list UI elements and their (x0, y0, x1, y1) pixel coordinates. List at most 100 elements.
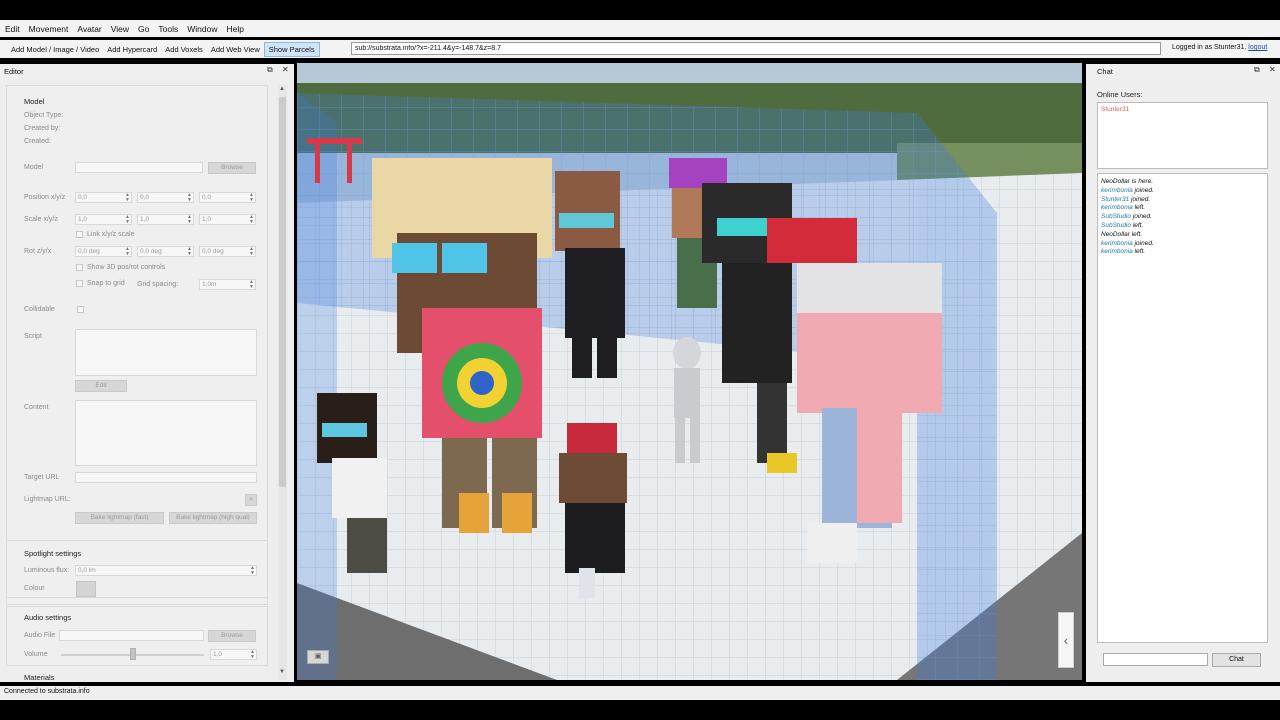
content-label: Content (24, 404, 49, 411)
letterbox-top (0, 0, 1280, 20)
colour-swatch[interactable] (76, 581, 96, 597)
spin-icon[interactable]: ▲ ▼ (250, 650, 255, 660)
menu-avatar[interactable]: Avatar (76, 24, 109, 34)
menu-help[interactable]: Help (225, 24, 251, 34)
clear-icon[interactable]: × (245, 494, 257, 506)
grid-spacing-field[interactable]: 1,0m ▲ ▼ (199, 279, 256, 290)
add-hypercard-button[interactable]: Add Hypercard (103, 43, 161, 56)
lightmap-url-label: Lightmap URL: (24, 496, 71, 503)
chat-user: SubStudio (1101, 221, 1131, 229)
chat-log: NeoDollar is here. kerimbonia joined. St… (1097, 173, 1268, 643)
model-group-title: Model (24, 97, 45, 106)
link-scale-checkbox[interactable] (76, 231, 83, 238)
menu-go[interactable]: Go (137, 24, 157, 34)
menu-edit[interactable]: Edit (4, 24, 28, 34)
snap-checkbox[interactable] (76, 280, 83, 287)
float-icon[interactable]: ⧉ (267, 65, 273, 75)
3d-viewport[interactable] (297, 63, 1082, 680)
rot-y-field[interactable]: 0,0 deg ▲ ▼ (137, 246, 194, 257)
spin-icon[interactable]: ▲ ▼ (187, 215, 192, 225)
spin-icon[interactable]: ▲ ▼ (249, 215, 254, 225)
collidable-label: Collidable (24, 306, 55, 313)
chat-text: joined. (1132, 213, 1152, 221)
menu-tools[interactable]: Tools (157, 24, 186, 34)
close-icon[interactable]: ✕ (1269, 65, 1276, 74)
logout-link[interactable]: logout (1248, 44, 1267, 51)
model-group: Model Object Type: Created by: Created: … (6, 85, 268, 605)
spin-icon[interactable]: ▲ ▼ (187, 193, 192, 203)
scale-x-field[interactable]: 1,0 ▲ ▼ (75, 214, 132, 225)
rot-z-field[interactable]: 0,0 deg ▲ ▼ (75, 246, 132, 257)
add-voxels-button[interactable]: Add Voxels (161, 43, 207, 56)
flux-field[interactable]: 0,0 lm ▲ ▼ (75, 565, 257, 576)
script-textarea[interactable] (75, 329, 257, 376)
audio-browse-button[interactable]: Browse (208, 630, 256, 642)
status-bar: Connected to substrata.info (0, 686, 1280, 700)
volume-label: Volume (24, 651, 48, 658)
online-users-label: Online Users: (1097, 90, 1143, 99)
model-path-field[interactable] (75, 162, 203, 173)
editor-scrollbar[interactable]: ▲ ▼ (278, 85, 287, 680)
scroll-down-icon[interactable]: ▼ (279, 669, 285, 675)
object-type-label: Object Type: (24, 112, 64, 119)
materials-title: Materials (24, 673, 55, 682)
editor-header: Editor ⧉ ✕ (0, 64, 294, 78)
spin-icon[interactable]: ▲ ▼ (249, 193, 254, 203)
position-y-field[interactable]: 0,0 ▲ ▼ (137, 192, 194, 203)
add-web-view-button[interactable]: Add Web View (207, 43, 264, 56)
model-browse-button[interactable]: Browse (208, 162, 256, 174)
target-url-label: Target URL (24, 474, 60, 481)
add-model-button[interactable]: Add Model / Image / Video (7, 43, 103, 56)
spin-icon[interactable]: ▲ ▼ (125, 193, 130, 203)
url-input[interactable] (351, 42, 1161, 55)
float-icon[interactable]: ⧉ (1254, 65, 1260, 75)
position-x-field[interactable]: 0,0 ▲ ▼ (75, 192, 132, 203)
scene-render (297, 63, 1082, 680)
bake-high-button[interactable]: Bake lightmap (high qual) (169, 512, 257, 524)
audio-file-field[interactable] (59, 630, 204, 641)
chat-text: joined. (1134, 239, 1154, 247)
bake-fast-button[interactable]: Bake lightmap (fast) (75, 512, 164, 524)
chat-send-button[interactable]: Chat (1212, 653, 1261, 667)
spin-icon[interactable]: ▲ ▼ (250, 566, 255, 576)
menu-window[interactable]: Window (186, 24, 225, 34)
menu-bar: Edit Movement Avatar View Go Tools Windo… (0, 20, 1280, 37)
audio-title: Audio settings (24, 613, 72, 622)
avatar-red-cap (767, 218, 857, 263)
menu-view[interactable]: View (110, 24, 137, 34)
volume-field[interactable]: 1,0 ▲ ▼ (210, 649, 257, 660)
rot-label: Rot z/y/x (24, 248, 52, 255)
close-icon[interactable]: ✕ (282, 65, 289, 74)
volume-slider-handle[interactable] (130, 648, 136, 660)
position-z-field[interactable]: 0,0 ▲ ▼ (199, 192, 256, 203)
grid-spacing-label: Grid spacing: (137, 281, 179, 288)
spin-icon[interactable]: ▲ ▼ (125, 247, 130, 257)
scale-z-field[interactable]: 1,0 ▲ ▼ (199, 214, 256, 225)
collapse-arrow-icon[interactable]: ‹ (1058, 612, 1074, 668)
model-label: Model (24, 164, 44, 171)
chat-message: NeoDollar left. (1101, 231, 1264, 240)
viewport-menu-icon[interactable]: ▣ (307, 650, 329, 664)
spin-icon[interactable]: ▲ ▼ (249, 247, 254, 257)
spin-icon[interactable]: ▲ ▼ (187, 247, 192, 257)
target-url-field[interactable] (75, 472, 257, 483)
toolbar: Add Model / Image / Video Add Hypercard … (0, 40, 1280, 58)
scrollbar-thumb[interactable] (279, 97, 286, 487)
content-textarea[interactable] (75, 400, 257, 466)
spin-icon[interactable]: ▲ ▼ (125, 215, 130, 225)
online-user[interactable]: Stunter31 (1101, 106, 1264, 113)
show-3d-checkbox[interactable] (76, 264, 83, 271)
menu-movement[interactable]: Movement (28, 24, 77, 34)
show-parcels-button[interactable]: Show Parcels (263, 41, 320, 57)
scroll-up-icon[interactable]: ▲ (279, 86, 285, 92)
spin-icon[interactable]: ▲ ▼ (249, 280, 254, 290)
chat-message: Stunter31 joined. (1101, 196, 1264, 205)
scale-y-value: 1,0 (140, 216, 150, 223)
scale-y-field[interactable]: 1,0 ▲ ▼ (137, 214, 194, 225)
chat-input[interactable] (1103, 653, 1208, 666)
collidable-checkbox[interactable] (77, 306, 84, 313)
audio-group: Audio settings Audio File Browse Volume … (6, 606, 268, 666)
rot-x-field[interactable]: 0,0 deg ▲ ▼ (199, 246, 256, 257)
edit-button[interactable]: Edit (75, 380, 127, 392)
chat-user: kerimbonia (1101, 248, 1133, 256)
